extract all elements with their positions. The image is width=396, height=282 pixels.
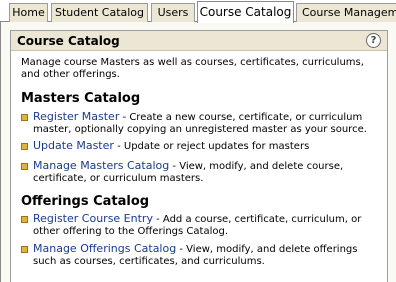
bullet-icon <box>21 246 28 253</box>
panel-header: Course Catalog ? <box>11 31 387 51</box>
tab-home[interactable]: Home <box>9 3 48 22</box>
bullet-icon <box>21 163 28 170</box>
help-icon[interactable]: ? <box>366 33 381 48</box>
masters-catalog-heading: Masters Catalog <box>21 91 141 106</box>
update-master-description: - Update or reject updates for masters <box>113 141 310 152</box>
content-area: Course Catalog ? Manage course Masters a… <box>0 22 396 282</box>
register-course-entry-link[interactable]: Register Course Entry <box>33 212 153 225</box>
panel-title: Course Catalog <box>17 34 120 48</box>
bullet-icon <box>21 143 28 150</box>
tab-users[interactable]: Users <box>151 3 195 22</box>
register-master-link[interactable]: Register Master <box>33 110 119 123</box>
offerings-catalog-heading: Offerings Catalog <box>21 194 150 209</box>
bullet-icon <box>21 114 28 121</box>
tab-course-catalog[interactable]: Course Catalog <box>197 1 294 23</box>
bullet-icon <box>21 216 28 223</box>
tab-student-catalog[interactable]: Student Catalog <box>51 3 148 22</box>
course-catalog-panel: Course Catalog ? Manage course Masters a… <box>10 30 388 282</box>
tab-course-management[interactable]: Course Management <box>296 3 396 22</box>
intro-text: Manage course Masters as well as courses… <box>21 57 364 80</box>
tab-bar: Home Student Catalog Users Course Catalo… <box>0 0 396 23</box>
update-master-link[interactable]: Update Master <box>33 139 114 152</box>
manage-masters-catalog-link[interactable]: Manage Masters Catalog <box>33 159 169 172</box>
manage-offerings-catalog-link[interactable]: Manage Offerings Catalog <box>33 242 176 255</box>
